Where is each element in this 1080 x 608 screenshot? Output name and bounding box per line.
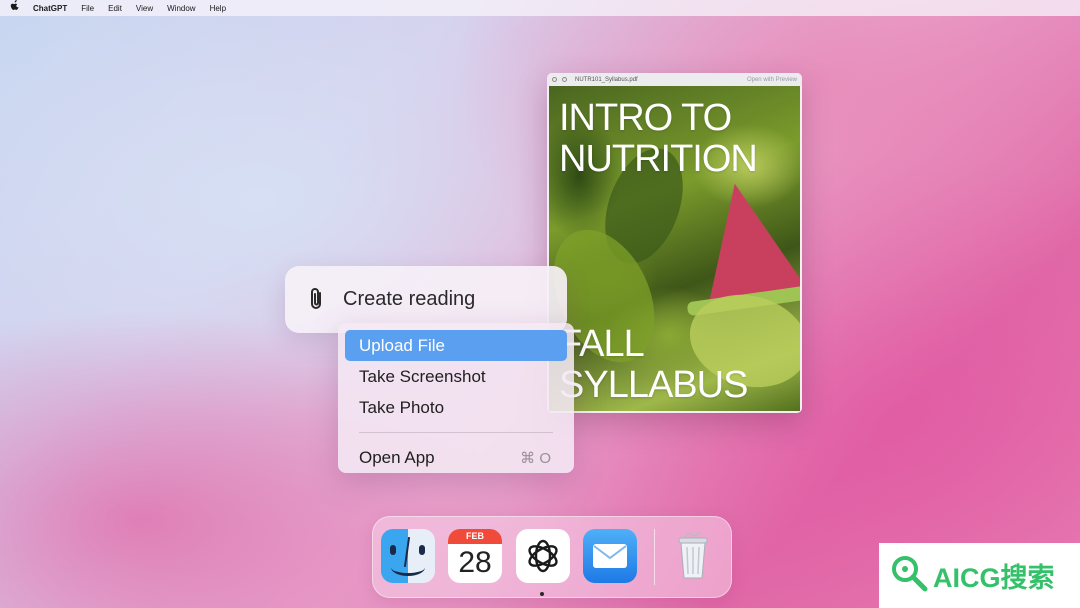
open-with-preview-button[interactable]: Open with Preview [747, 77, 797, 83]
keyboard-shortcut: ⌘ O [520, 449, 551, 467]
apple-logo-icon[interactable] [10, 0, 19, 16]
finder-eye [419, 545, 425, 555]
trash-icon[interactable] [666, 529, 720, 583]
menu-app-name[interactable]: ChatGPT [33, 4, 67, 13]
calendar-icon[interactable]: FEB 28 [448, 529, 502, 583]
menu-item-label: Take Screenshot [359, 366, 486, 386]
cover-title: INTRO TO NUTRITION [559, 97, 758, 180]
menu-item-upload-file[interactable]: Upload File [345, 330, 567, 361]
finder-smile [391, 559, 425, 576]
menu-item-take-screenshot[interactable]: Take Screenshot [345, 361, 567, 392]
active-app-indicator [540, 592, 544, 596]
paperclip-icon[interactable] [305, 287, 329, 312]
menu-divider [359, 432, 553, 433]
pdf-titlebar: NUTR101_Syllabus.pdf Open with Preview [547, 73, 802, 86]
menu-item-open-app[interactable]: Open App ⌘ O [345, 442, 567, 473]
watermark: AICG搜索 [879, 543, 1080, 608]
menu-item-label: Take Photo [359, 397, 445, 417]
menu-item-label: Open App [359, 447, 435, 467]
dock-separator [654, 529, 655, 585]
attachment-menu: Upload File Take Screenshot Take Photo O… [338, 323, 574, 473]
menu-item-label: Upload File [359, 335, 445, 355]
chatgpt-icon[interactable] [516, 529, 570, 583]
menu-window[interactable]: Window [167, 4, 195, 13]
magnifier-icon [889, 553, 929, 598]
finder-icon[interactable] [381, 529, 435, 583]
pdf-filename: NUTR101_Syllabus.pdf [575, 76, 638, 83]
cover-title-line: NUTRITION [559, 138, 758, 180]
dock: FEB 28 [372, 516, 732, 598]
mail-icon[interactable] [583, 529, 637, 583]
cover-subtitle-line: SYLLABUS [559, 364, 748, 406]
watermark-text: AICG搜索 [933, 563, 1055, 593]
calendar-month: FEB [448, 529, 502, 544]
calendar-day: 28 [458, 546, 492, 579]
cover-title-line: INTRO TO [559, 97, 732, 139]
cover-subtitle-line: FALL [559, 323, 645, 365]
create-reading-label: Create reading [343, 288, 476, 310]
pdf-preview-window[interactable]: NUTR101_Syllabus.pdf Open with Preview I… [547, 73, 802, 413]
menu-edit[interactable]: Edit [108, 4, 122, 13]
menu-file[interactable]: File [81, 4, 94, 13]
close-window-button[interactable] [552, 77, 557, 82]
menu-view[interactable]: View [136, 4, 153, 13]
finder-eye [390, 545, 396, 555]
pdf-cover-image: INTRO TO NUTRITION FALL SYLLABUS [549, 86, 800, 411]
menu-bar: ChatGPT File Edit View Window Help [0, 0, 1080, 16]
menu-item-take-photo[interactable]: Take Photo [345, 392, 567, 423]
menu-help[interactable]: Help [210, 4, 226, 13]
cover-subtitle: FALL SYLLABUS [559, 323, 748, 406]
expand-window-button[interactable] [562, 77, 567, 82]
